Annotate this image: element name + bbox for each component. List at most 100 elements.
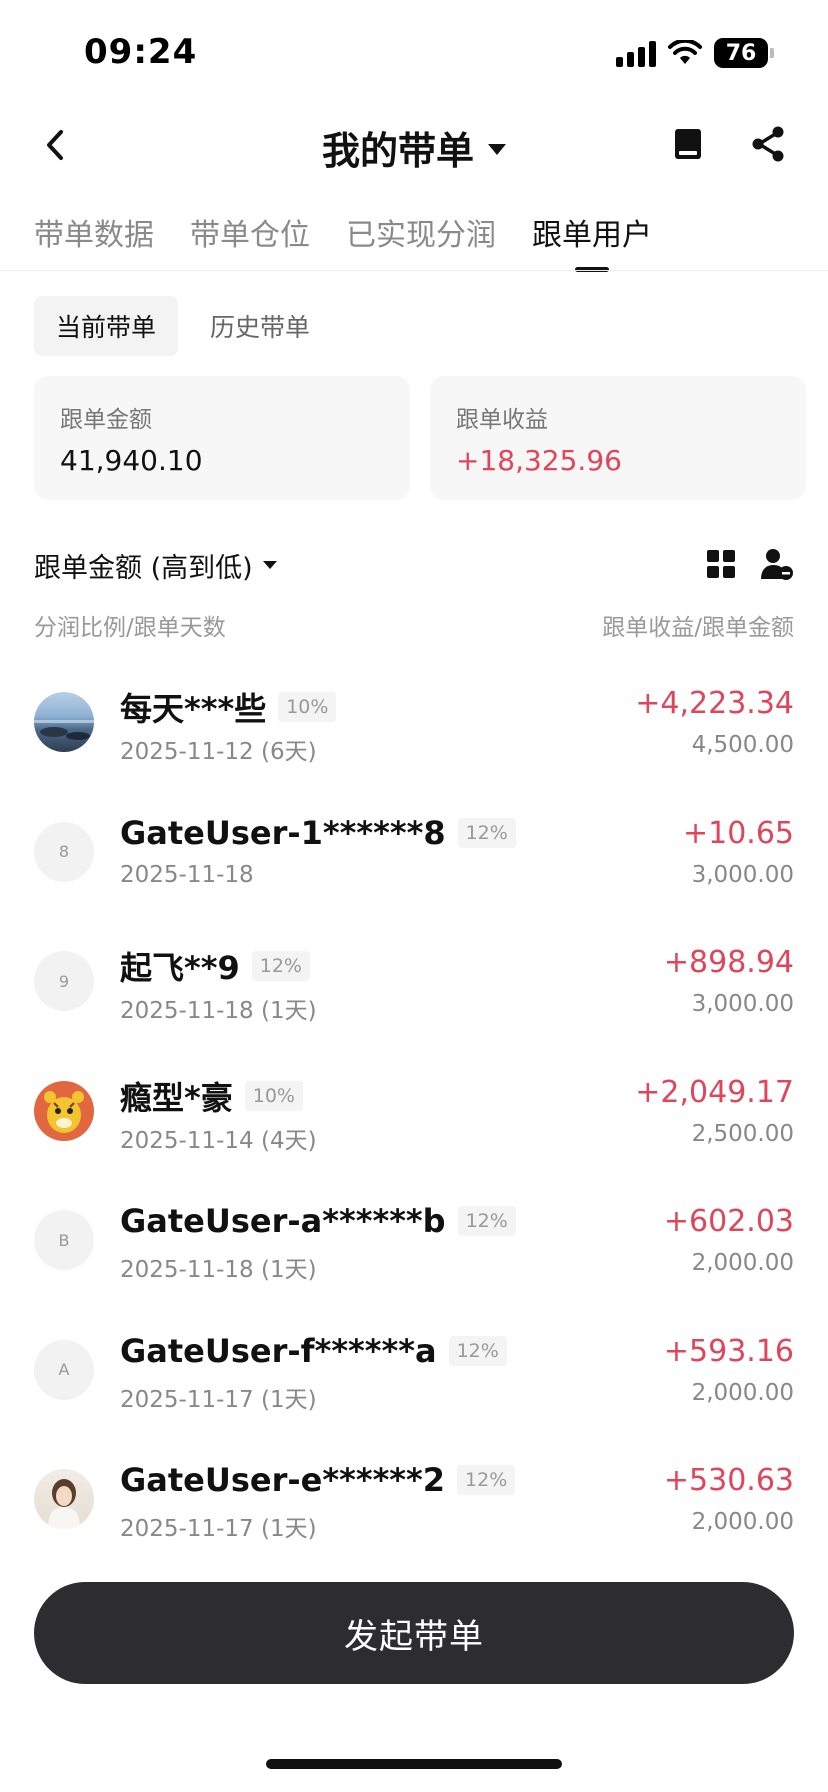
column-header-left: 分润比例/跟单天数 bbox=[34, 615, 226, 641]
follower-date: 2025-11-18 (1天) bbox=[120, 1257, 317, 1283]
list-item[interactable]: A GateUser-f******a 12% 2025-11-17 (1天) … bbox=[34, 1328, 794, 1458]
caret-down-icon bbox=[488, 144, 506, 155]
follower-profit: +10.65 bbox=[682, 815, 794, 851]
follower-date: 2025-11-14 (4天) bbox=[120, 1127, 317, 1154]
battery-level: 76 bbox=[714, 38, 768, 68]
tab-copy-data[interactable]: 带单数据 bbox=[34, 210, 154, 274]
page-title[interactable]: 我的带单 bbox=[322, 120, 474, 175]
share-ratio-badge: 12% bbox=[448, 1335, 507, 1366]
follower-name: GateUser-e******2 bbox=[120, 1461, 446, 1499]
status-bar: 09:24 76 bbox=[0, 0, 828, 110]
share-ratio-badge: 10% bbox=[278, 692, 337, 722]
divider bbox=[0, 270, 828, 271]
caret-down-icon bbox=[262, 561, 277, 569]
user-settings-icon bbox=[761, 549, 793, 580]
follower-amount: 4,500.00 bbox=[691, 732, 794, 758]
follower-date: 2025-11-17 (1天) bbox=[120, 1386, 317, 1413]
follower-profit: +4,223.34 bbox=[635, 686, 794, 721]
follower-name: GateUser-f******a bbox=[120, 1331, 437, 1370]
follower-profit: +530.63 bbox=[663, 1463, 794, 1498]
book-button[interactable] bbox=[666, 122, 710, 166]
wifi-icon bbox=[668, 40, 702, 66]
book-icon bbox=[675, 129, 701, 159]
tab-history-copy[interactable]: 历史带单 bbox=[188, 296, 332, 356]
follower-name-line: GateUser-1******8 12% bbox=[120, 814, 516, 852]
grid-view-button[interactable] bbox=[706, 549, 736, 579]
start-copy-trading-button[interactable]: 发起带单 bbox=[34, 1582, 794, 1684]
main-tabs: 带单数据 带单仓位 已实现分润 跟单用户 bbox=[34, 210, 652, 274]
list-item[interactable]: GateUser-e******2 12% 2025-11-17 (1天) +5… bbox=[34, 1457, 794, 1587]
follower-name-line: 瘾型*豪 10% bbox=[120, 1073, 303, 1119]
share-ratio-badge: 12% bbox=[251, 951, 310, 981]
follower-name-line: 起飞**9 12% bbox=[120, 943, 310, 989]
avatar-image bbox=[44, 1090, 84, 1133]
column-header-right: 跟单收益/跟单金额 bbox=[602, 615, 794, 641]
avatar-image bbox=[34, 720, 94, 740]
follower-date: 2025-11-12 (6天) bbox=[120, 739, 317, 765]
avatar: A bbox=[34, 1339, 94, 1400]
tab-realized-profit-share[interactable]: 已实现分润 bbox=[346, 210, 496, 274]
summary: 跟单金额 41,940.10 跟单收益 +18,325.96 bbox=[34, 376, 806, 500]
follower-amount: 2,000.00 bbox=[691, 1250, 794, 1276]
share-ratio-badge: 12% bbox=[457, 1465, 516, 1495]
status-icons: 76 bbox=[616, 38, 774, 68]
copy-amount-card: 跟单金额 41,940.10 bbox=[34, 376, 410, 500]
avatar bbox=[34, 692, 94, 752]
list-item[interactable]: 瘾型*豪 10% 2025-11-14 (4天) +2,049.17 2,500… bbox=[34, 1069, 794, 1199]
avatar: B bbox=[34, 1210, 94, 1270]
avatar: 8 bbox=[34, 821, 94, 882]
copy-profit-label: 跟单收益 bbox=[456, 407, 548, 433]
list-item[interactable]: 9 起飞**9 12% 2025-11-18 (1天) +898.94 3,00… bbox=[34, 939, 794, 1069]
tab-copy-positions[interactable]: 带单仓位 bbox=[190, 210, 310, 274]
copy-profit-card: 跟单收益 +18,325.96 bbox=[430, 376, 806, 500]
avatar: 9 bbox=[34, 951, 94, 1011]
share-ratio-badge: 12% bbox=[457, 1206, 516, 1236]
battery-icon: 76 bbox=[714, 38, 774, 68]
follower-name-line: GateUser-a******b 12% bbox=[120, 1202, 516, 1240]
user-filter-button[interactable] bbox=[760, 547, 794, 581]
follower-amount: 3,000.00 bbox=[691, 861, 794, 888]
share-ratio-badge: 12% bbox=[457, 817, 516, 848]
sort-row: 跟单金额 (高到低) bbox=[34, 545, 794, 585]
tab-label: 已实现分润 bbox=[346, 218, 496, 253]
list-item[interactable]: 8 GateUser-1******8 12% 2025-11-18 +10.6… bbox=[34, 810, 794, 940]
copy-amount-value: 41,940.10 bbox=[60, 444, 203, 477]
follower-name: GateUser-a******b bbox=[120, 1202, 446, 1240]
follower-name: 每天***些 bbox=[120, 690, 267, 728]
sub-tabs: 当前带单 历史带单 bbox=[34, 296, 332, 356]
column-header: 分润比例/跟单天数 跟单收益/跟单金额 bbox=[34, 608, 794, 642]
follower-name: 起飞**9 bbox=[120, 949, 240, 987]
follower-name-line: 每天***些 10% bbox=[120, 684, 337, 730]
follower-name-line: GateUser-f******a 12% bbox=[120, 1332, 507, 1370]
sort-dropdown[interactable]: 跟单金额 (高到低) bbox=[34, 545, 794, 585]
tab-label: 跟单用户 bbox=[532, 218, 652, 253]
avatar-image bbox=[48, 1479, 80, 1529]
follower-profit: +602.03 bbox=[663, 1204, 794, 1239]
share-ratio-badge: 10% bbox=[244, 1080, 303, 1111]
follower-name: GateUser-1******8 bbox=[120, 813, 446, 852]
status-time: 09:24 bbox=[84, 32, 198, 72]
share-button[interactable] bbox=[746, 122, 790, 166]
home-indicator bbox=[266, 1759, 562, 1769]
follower-amount: 3,000.00 bbox=[691, 991, 794, 1017]
chevron-left-icon bbox=[47, 130, 63, 160]
sort-label: 跟单金额 (高到低) bbox=[34, 552, 253, 584]
follower-amount: 2,500.00 bbox=[691, 1120, 794, 1147]
share-icon bbox=[752, 126, 784, 162]
grid-icon bbox=[707, 550, 735, 578]
follower-profit: +898.94 bbox=[663, 945, 794, 980]
follower-profit: +2,049.17 bbox=[635, 1074, 794, 1110]
follower-date: 2025-11-18 bbox=[120, 861, 254, 888]
list-item[interactable]: 每天***些 10% 2025-11-12 (6天) +4,223.34 4,5… bbox=[34, 680, 794, 810]
tab-current-copy[interactable]: 当前带单 bbox=[34, 296, 179, 356]
follower-profit: +593.16 bbox=[663, 1333, 794, 1369]
follower-date: 2025-11-18 (1天) bbox=[120, 998, 317, 1024]
follower-name: 瘾型*豪 bbox=[120, 1078, 233, 1117]
follower-amount: 2,000.00 bbox=[691, 1509, 794, 1535]
signal-icon bbox=[616, 39, 656, 67]
list-item[interactable]: B GateUser-a******b 12% 2025-11-18 (1天) … bbox=[34, 1198, 794, 1328]
nav-bar: 我的带单 bbox=[0, 110, 828, 180]
back-button[interactable] bbox=[30, 120, 80, 170]
tab-label: 带单仓位 bbox=[190, 218, 310, 253]
tab-followers[interactable]: 跟单用户 bbox=[532, 210, 652, 274]
